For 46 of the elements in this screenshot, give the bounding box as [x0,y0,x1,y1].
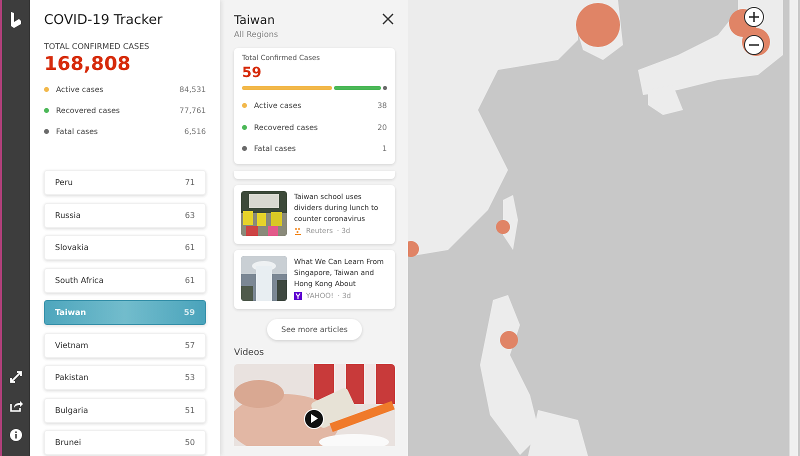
country-name: South Africa [55,276,105,284]
plus-icon [748,11,760,23]
info-icon[interactable] [9,428,23,442]
country-count: 71 [184,178,195,187]
section-heading: Videos [234,348,265,358]
total-count: 168,808 [44,53,132,75]
bar-segment [383,86,387,90]
country-name: Bulgaria [55,406,90,414]
logo-icon[interactable] [10,12,22,28]
region-subtitle: All Regions [234,30,278,39]
country-item[interactable]: South Africa 61 [44,268,206,292]
country-name: Russia [55,210,82,220]
country-item[interactable]: Peru 71 [44,170,206,195]
scrollbar[interactable] [789,0,798,456]
source-logo-icon [294,226,302,234]
country-item[interactable]: Brunei 50 [44,430,206,455]
region-total: 59 [242,65,262,81]
country-count: 61 [184,243,195,252]
close-icon [381,12,395,26]
total-label: TOTAL CONFIRMED CASES [44,42,150,51]
country-item[interactable]: Vietnam 57 [44,332,206,358]
region-title: Taiwan [234,13,276,27]
country-item[interactable]: Pakistan 53 [44,365,206,390]
bar-segment [334,86,381,90]
country-count: 51 [184,406,195,414]
country-count: 53 [184,373,195,382]
country-name: Slovakia [55,243,90,252]
country-item[interactable]: Slovakia 61 [44,235,206,260]
country-item[interactable]: Bulgaria 51 [44,398,206,422]
country-count: 57 [184,340,195,350]
country-name: Pakistan [55,373,90,382]
country-name: Vietnam [55,340,90,350]
country-count: 50 [184,438,195,447]
close-button[interactable] [381,12,395,26]
app-title: COVID-19 Tracker [44,12,164,28]
country-count: 59 [184,308,195,317]
country-count: 63 [184,210,195,220]
share-icon[interactable] [9,399,23,413]
source-logo-icon [294,292,302,300]
country-name: Peru [55,178,74,187]
country-name: Taiwan [55,308,88,317]
country-name: Brunei [55,438,82,447]
country-item[interactable]: Russia 63 [44,202,206,228]
play-icon [310,414,318,423]
expand-icon[interactable] [9,370,23,384]
country-count: 61 [184,276,195,284]
